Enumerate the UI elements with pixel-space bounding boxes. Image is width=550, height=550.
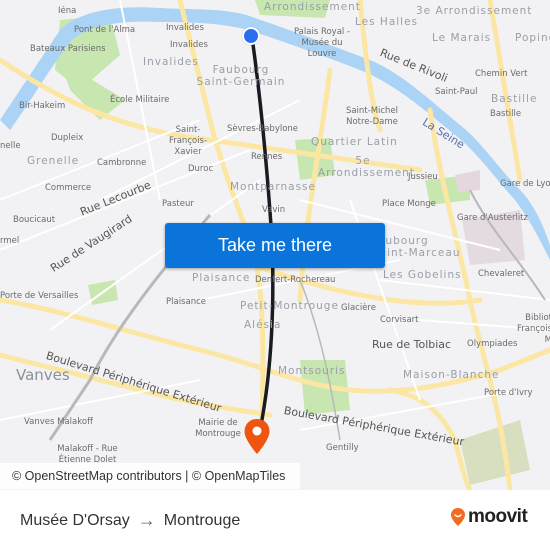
map-label: Porte de Versailles: [0, 291, 79, 301]
map-label: Invalides: [166, 23, 204, 33]
moovit-wordmark: moovit: [468, 506, 528, 527]
map-label: Saint-Michel Notre-Dame: [345, 106, 399, 127]
map-label: Bir-Hakeim: [19, 101, 66, 111]
map-label: Gare d'Austerlitz: [457, 213, 528, 223]
map-label: Pasteur: [162, 199, 194, 209]
map-label: Iéna: [58, 6, 77, 16]
moovit-pin-icon: [451, 508, 465, 526]
map-label-city: Vanves: [16, 366, 70, 384]
map-label: Bastille: [490, 109, 522, 119]
map-label: Chemin Vert: [475, 69, 528, 79]
map-label: Mairie de Montrouge: [195, 418, 241, 439]
map-label: Invalides: [170, 40, 208, 50]
map-label: rmel: [0, 236, 20, 246]
map-label-district: Arrondissement: [264, 1, 361, 13]
moovit-logo[interactable]: moovit: [450, 506, 528, 528]
map-label: Place Monge: [382, 199, 436, 209]
map-label: Jussieu: [408, 172, 438, 182]
map-label-district: Maison-Blanche: [403, 369, 500, 381]
map-attribution[interactable]: © OpenStreetMap contributors | © OpenMap…: [0, 463, 300, 489]
destination-pin-icon[interactable]: [243, 418, 271, 456]
map-label: Plaisance: [166, 297, 206, 307]
map-label: Duroc: [188, 164, 214, 174]
map-label-district: Montsouris: [278, 365, 346, 377]
map-label-street: Rue de Tolbiac: [372, 338, 452, 351]
map-label-district: Les Halles: [355, 16, 419, 28]
map-label-district: Quartier Latin: [311, 136, 398, 148]
route-summary: Musée D'Orsay → Montrouge: [20, 510, 240, 531]
map-label: Porte d'Ivry: [484, 388, 533, 398]
map-label: Corvisart: [380, 315, 419, 325]
map-label: Saint-François-Xavier: [168, 125, 208, 157]
map-label-district: Popinc: [515, 32, 550, 44]
map-label: Rennes: [251, 152, 283, 162]
map-label: nelle: [0, 141, 21, 151]
map-label: Palais Royal - Musée du Louvre: [293, 27, 351, 59]
map-label: Pont de l'Alma: [74, 25, 136, 35]
map-label: Vanves Malakoff: [24, 417, 93, 427]
map-label: Denfert-Rochereau: [255, 275, 336, 285]
map-view[interactable]: Iéna Pont de l'Alma Invalides Invalides …: [0, 0, 550, 490]
map-label-district: Petit-Montrouge: [240, 300, 339, 312]
map-label: Bateaux Parisiens: [30, 44, 106, 54]
map-label: Glacière: [341, 303, 376, 313]
map-label: Boucicaut: [13, 215, 56, 225]
map-label-district: 3e Arrondissement: [416, 5, 533, 17]
map-label: École Militaire: [110, 95, 170, 105]
origin-name: Musée D'Orsay: [20, 511, 130, 529]
map-label-district: Invalides: [143, 56, 199, 68]
map-label: Gentilly: [326, 443, 359, 453]
map-label: Dupleix: [51, 133, 84, 143]
map-label-district: Montparnasse: [230, 181, 316, 193]
park-ivry: [460, 420, 530, 485]
map-label: Sèvres-Babylone: [227, 124, 299, 134]
map-label: Saint-Paul: [435, 87, 478, 97]
map-label: Bibliot François M: [516, 313, 550, 345]
map-label-district: Plaisance: [192, 272, 251, 284]
take-me-there-button[interactable]: Take me there: [165, 223, 385, 268]
map-label-district: Alésia: [244, 319, 282, 331]
map-label: Gare de Lyon: [500, 179, 550, 189]
map-label: Commerce: [45, 183, 92, 193]
map-label: Chevaleret: [478, 269, 525, 279]
map-label-district: Faubourg Saint-Germain: [196, 64, 286, 88]
destination-name: Montrouge: [163, 511, 241, 529]
map-label: Cambronne: [97, 158, 147, 168]
map-label: Vavin: [262, 205, 286, 215]
map-label: Olympiades: [467, 339, 518, 349]
map-label-district: Les Gobelins: [383, 269, 462, 281]
map-label-district: 5e Arrondissement: [318, 155, 415, 179]
origin-marker[interactable]: [242, 27, 260, 45]
map-label-district: Grenelle: [27, 155, 80, 167]
arrow-right-icon: →: [137, 510, 156, 530]
map-label-district: Le Marais: [432, 32, 492, 44]
map-label-district: Faubourg Saint-Marceau: [372, 235, 461, 259]
map-label-district: Bastille: [491, 93, 538, 105]
